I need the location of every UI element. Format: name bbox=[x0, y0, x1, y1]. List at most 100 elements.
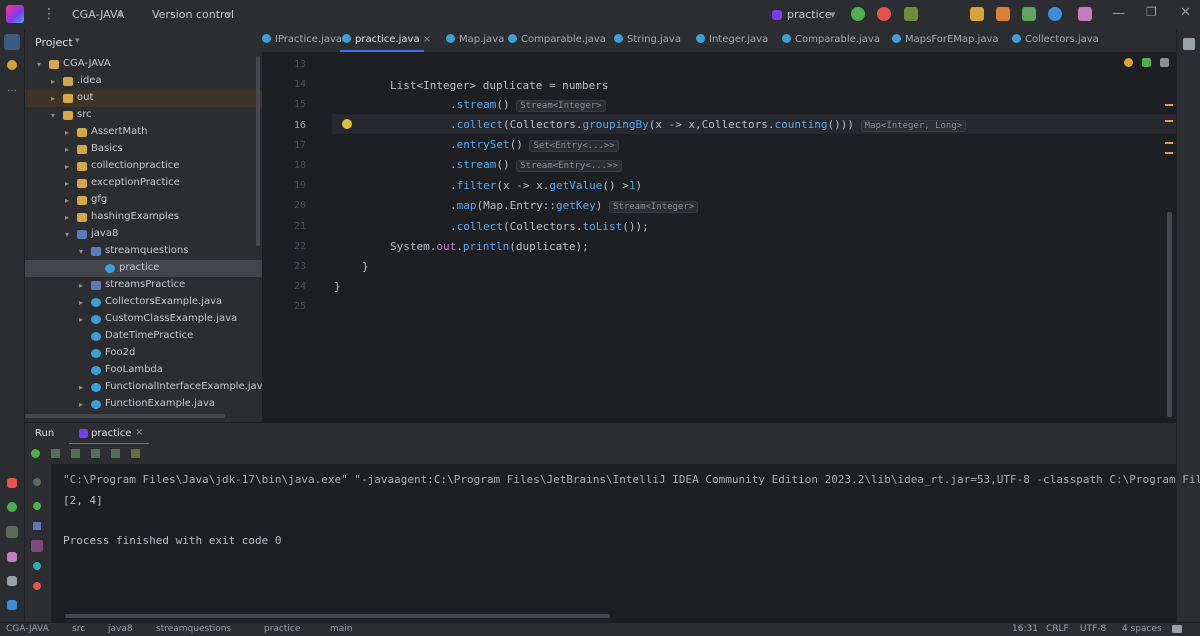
breadcrumb-item[interactable]: practice bbox=[264, 624, 300, 634]
file-encoding[interactable]: UTF-8 bbox=[1080, 624, 1106, 634]
tree-item[interactable]: ▸ FunctionExample.java bbox=[25, 396, 262, 413]
tree-vertical-scrollbar[interactable] bbox=[256, 56, 260, 246]
editor-tab[interactable]: practice.java × bbox=[342, 34, 431, 45]
vcs-chevron-icon[interactable]: ▾ bbox=[226, 8, 232, 21]
more-run-actions-icon[interactable] bbox=[904, 7, 918, 21]
filter-icon[interactable] bbox=[31, 540, 43, 552]
tree-item[interactable]: FooLambda bbox=[25, 362, 262, 379]
inspection-ok-icon[interactable] bbox=[1142, 58, 1151, 67]
stop-icon[interactable] bbox=[51, 449, 60, 458]
run-tab-label[interactable]: Run bbox=[35, 428, 54, 439]
tree-item[interactable]: ▸ CollectorsExample.java bbox=[25, 294, 262, 311]
breadcrumb-item[interactable]: main bbox=[330, 624, 353, 634]
chevron-right-icon[interactable]: ▸ bbox=[51, 73, 59, 90]
run-console[interactable]: "C:\Program Files\Java\jdk-17\bin\java.e… bbox=[51, 464, 1200, 618]
tree-item[interactable]: ▸ AssertMath bbox=[25, 124, 262, 141]
editor-tab[interactable]: Comparable.java bbox=[782, 34, 880, 45]
notifications-icon[interactable] bbox=[1183, 38, 1195, 50]
tree-item[interactable]: ▸ .idea bbox=[25, 73, 262, 90]
tree-item[interactable]: ▾ src bbox=[25, 107, 262, 124]
error-stripe-mark[interactable] bbox=[1165, 120, 1173, 122]
run-icon[interactable] bbox=[851, 7, 865, 21]
tree-item[interactable]: ▸ out bbox=[25, 90, 262, 107]
intention-bulb-icon[interactable] bbox=[342, 119, 352, 129]
scroll-up-icon[interactable] bbox=[33, 478, 41, 486]
delete-icon[interactable] bbox=[33, 582, 41, 590]
commit-tool-icon[interactable] bbox=[7, 60, 17, 70]
run-config-chevron-icon[interactable]: ▾ bbox=[830, 8, 836, 21]
project-tool-icon[interactable] bbox=[4, 34, 20, 50]
settings-gear-icon[interactable] bbox=[1078, 7, 1092, 21]
warnings-indicator-icon[interactable] bbox=[1124, 58, 1133, 67]
project-view-chevron-icon[interactable]: ▾ bbox=[75, 36, 80, 46]
editor-tab[interactable]: Collectors.java bbox=[1012, 34, 1099, 45]
line-separator[interactable]: CRLF bbox=[1046, 624, 1069, 634]
ai-assistant-icon[interactable] bbox=[1022, 7, 1036, 21]
chevron-right-icon[interactable]: ▸ bbox=[51, 90, 59, 107]
chevron-right-icon[interactable]: ▸ bbox=[79, 311, 87, 328]
services-icon[interactable] bbox=[6, 526, 18, 538]
print-icon[interactable] bbox=[111, 449, 120, 458]
run-tool-icon[interactable] bbox=[7, 502, 17, 512]
chevron-right-icon[interactable]: ▸ bbox=[65, 209, 73, 226]
chevron-right-icon[interactable]: ▸ bbox=[79, 277, 87, 294]
wrap-icon[interactable] bbox=[91, 449, 100, 458]
editor-tab[interactable]: MapsForEMap.java bbox=[892, 34, 999, 45]
vcs-widget[interactable]: Version control bbox=[152, 8, 234, 21]
tree-item[interactable]: practice bbox=[25, 260, 262, 277]
breadcrumb-item[interactable]: src bbox=[72, 624, 85, 634]
run-config-selector[interactable]: practice bbox=[787, 8, 831, 21]
chevron-right-icon[interactable]: ▸ bbox=[79, 294, 87, 311]
inspection-expand-icon[interactable] bbox=[1160, 58, 1169, 67]
indent-setting[interactable]: 4 spaces bbox=[1122, 624, 1162, 634]
chevron-right-icon[interactable]: ▸ bbox=[65, 192, 73, 209]
editor-tab[interactable]: Map.java bbox=[446, 34, 504, 45]
readonly-lock-icon[interactable] bbox=[1172, 625, 1182, 633]
tree-item[interactable]: ▸ collectionpractice bbox=[25, 158, 262, 175]
more-tools-icon[interactable]: ··· bbox=[4, 86, 20, 102]
tree-item[interactable]: ▸ gfg bbox=[25, 192, 262, 209]
chevron-right-icon[interactable]: ▸ bbox=[79, 379, 87, 396]
todo-icon[interactable] bbox=[7, 576, 17, 586]
breadcrumb-item[interactable]: CGA-JAVA bbox=[6, 624, 49, 634]
tree-item[interactable]: DateTimePractice bbox=[25, 328, 262, 345]
restore-window-icon[interactable]: ❐ bbox=[1146, 5, 1157, 19]
error-stripe-mark[interactable] bbox=[1165, 104, 1173, 106]
tree-item[interactable]: ▸ Basics bbox=[25, 141, 262, 158]
chevron-down-icon[interactable]: ▾ bbox=[65, 226, 73, 243]
code-with-me-icon[interactable] bbox=[970, 7, 984, 21]
search-icon[interactable] bbox=[1048, 7, 1062, 21]
editor-tab[interactable]: Comparable.java bbox=[508, 34, 606, 45]
restore-layout-icon[interactable] bbox=[71, 449, 80, 458]
chevron-down-icon[interactable]: ▾ bbox=[79, 243, 87, 260]
tree-item[interactable]: ▸ hashingExamples bbox=[25, 209, 262, 226]
tree-item[interactable]: ▸ FunctionalInterfaceExample.java bbox=[25, 379, 262, 396]
tree-item[interactable]: ▸ CustomClassExample.java bbox=[25, 311, 262, 328]
chevron-right-icon[interactable]: ▸ bbox=[65, 124, 73, 141]
minimize-window-icon[interactable]: — bbox=[1112, 6, 1125, 21]
chevron-down-icon[interactable]: ▾ bbox=[37, 56, 45, 73]
scroll-down-icon[interactable] bbox=[33, 502, 41, 510]
terminal-icon[interactable] bbox=[7, 478, 17, 488]
console-horizontal-scrollbar[interactable] bbox=[65, 614, 610, 618]
chevron-right-icon[interactable]: ▸ bbox=[65, 175, 73, 192]
editor-tab[interactable]: Integer.java bbox=[696, 34, 768, 45]
close-tab-icon[interactable]: × bbox=[420, 34, 431, 45]
tree-item[interactable]: ▾ java8 bbox=[25, 226, 262, 243]
rerun-icon[interactable] bbox=[31, 449, 40, 458]
run-config-tab[interactable]: practice bbox=[91, 428, 131, 439]
caret-position[interactable]: 16:31 bbox=[1012, 624, 1038, 634]
chevron-right-icon[interactable]: ▸ bbox=[79, 396, 87, 413]
error-stripe-mark[interactable] bbox=[1165, 152, 1173, 154]
main-menu-icon[interactable]: ⋮ bbox=[42, 5, 56, 23]
more-run-options-icon[interactable] bbox=[131, 449, 140, 458]
tree-item[interactable]: ▾ CGA-JAVA bbox=[25, 56, 262, 73]
close-window-icon[interactable]: ✕ bbox=[1180, 5, 1191, 20]
editor-tab[interactable]: IPractice.java bbox=[262, 34, 342, 45]
tree-item[interactable]: ▸ streamsPractice bbox=[25, 277, 262, 294]
editor-vertical-scrollbar[interactable] bbox=[1167, 212, 1172, 417]
soft-wrap-icon[interactable] bbox=[33, 522, 41, 530]
intellij-logo-icon[interactable] bbox=[6, 5, 24, 23]
project-switcher-chevron-icon[interactable]: ▾ bbox=[118, 8, 124, 21]
chevron-right-icon[interactable]: ▸ bbox=[65, 158, 73, 175]
